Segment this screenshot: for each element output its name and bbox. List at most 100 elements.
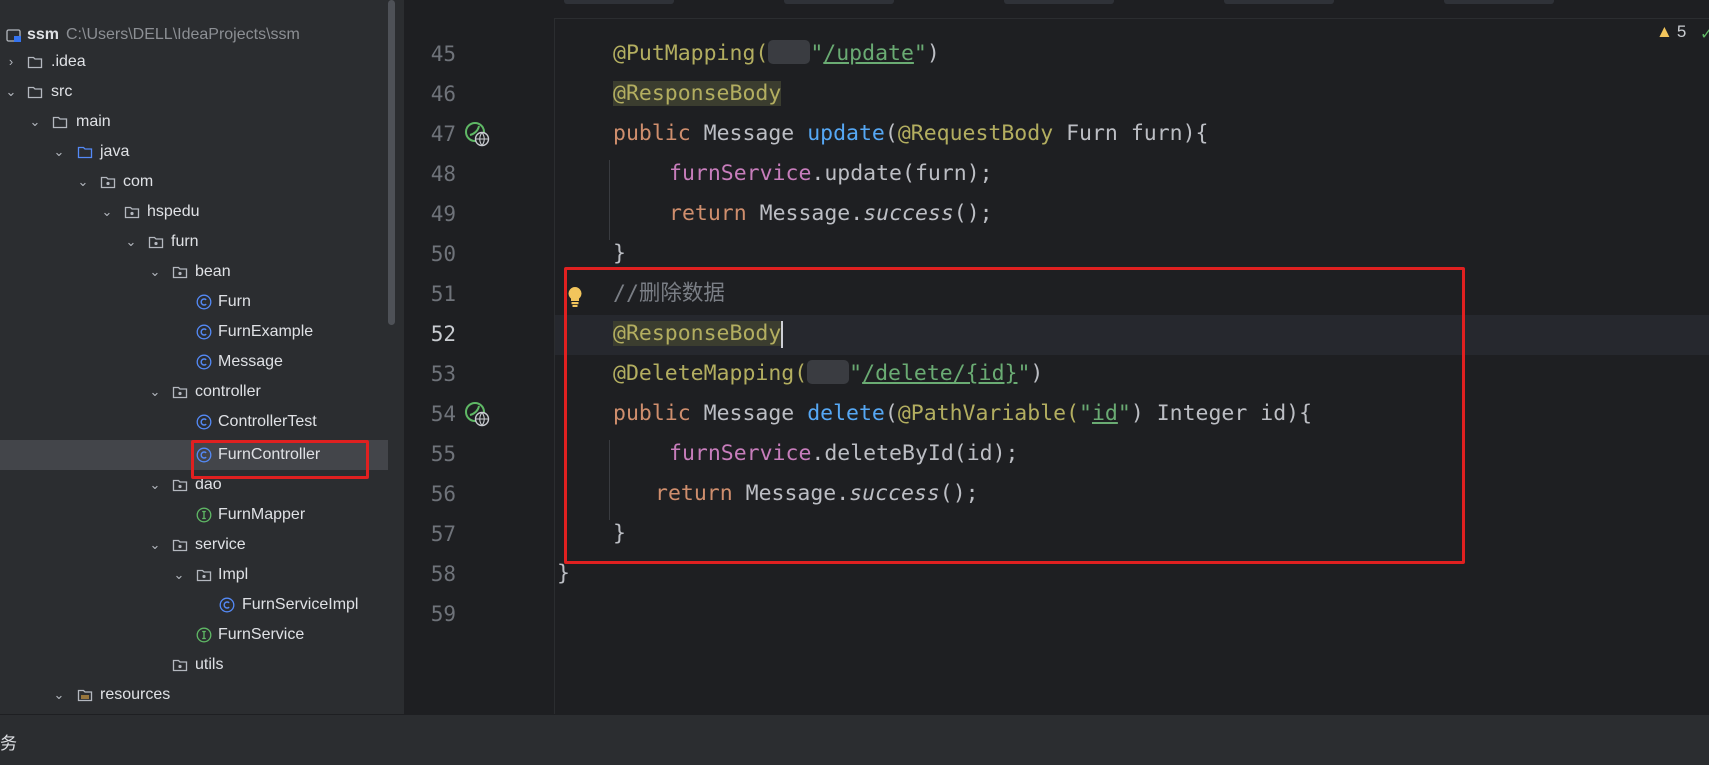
package-icon [100,176,116,189]
chevron-down-icon[interactable]: ⌄ [28,107,42,137]
tree-item-label: .idea [51,53,86,70]
chevron-down-icon[interactable]: ⌄ [148,257,162,287]
tree-item-label: controller [195,383,261,400]
line-number: 45 [430,42,456,66]
class-icon [196,414,212,430]
tree-item-idea[interactable]: › .idea [0,47,380,77]
tree-item-message[interactable]: Message [0,347,380,377]
package-icon [172,539,188,552]
line-number: 49 [430,202,456,226]
tree-item-bean[interactable]: ⌄ bean [0,257,380,287]
check-icon: ✓ [1700,26,1709,43]
class-icon [196,354,212,370]
tree-item-resources[interactable]: ⌄ resources [0,680,380,710]
code-line-47: public Message update(@RequestBody Furn … [613,121,1209,146]
spring-endpoint-icon[interactable] [464,121,490,147]
tree-item-label: java [100,143,130,160]
tree-item-service[interactable]: ⌄ service [0,530,380,560]
tree-item-label: FurnService [218,626,305,643]
module-icon [6,29,21,42]
tree-item-label: main [76,113,111,130]
package-icon [172,659,188,672]
line-number: 46 [430,82,456,106]
tree-item-main[interactable]: ⌄ main [0,107,380,137]
editor-tab[interactable] [1224,0,1334,4]
package-icon [172,479,188,492]
bottom-tool-label[interactable]: 务 [0,729,17,754]
editor-tab[interactable] [1444,0,1554,4]
tree-item-label: src [51,83,73,100]
indent-guide [609,160,610,240]
tree-item-controller[interactable]: ⌄ controller [0,377,380,407]
tree-item-label: FurnMapper [218,506,306,523]
class-icon [196,294,212,310]
project-tool-window: ssm C:\Users\DELL\IdeaProjects\ssm › .id… [0,0,405,714]
tree-item-furnmapper[interactable]: FurnMapper [0,500,380,530]
tree-item-furn-class[interactable]: Furn [0,287,380,317]
line-number: 53 [430,362,456,386]
highlight-box-delete-method [564,267,1465,564]
class-icon [196,324,212,340]
project-root-row[interactable]: ssm C:\Users\DELL\IdeaProjects\ssm [0,20,380,50]
package-icon [172,266,188,279]
chevron-down-icon[interactable]: ⌄ [148,530,162,560]
tree-item-furnexample[interactable]: FurnExample [0,317,380,347]
line-number: 55 [430,442,456,466]
tree-item-label: Message [218,353,283,370]
inspection-widget[interactable]: ▲ 5 [1656,22,1686,42]
tree-item-label: furn [171,233,199,250]
tree-item-controllertest[interactable]: ControllerTest [0,407,380,437]
chevron-down-icon[interactable]: ⌄ [100,197,114,227]
tree-item-furnservice[interactable]: FurnService [0,620,380,650]
line-number: 54 [430,402,456,426]
chevron-down-icon[interactable]: ⌄ [52,137,66,167]
interface-icon [196,627,212,643]
project-scrollbar[interactable] [388,0,395,325]
chevron-down-icon[interactable]: ⌄ [148,377,162,407]
tree-item-impl[interactable]: ⌄ Impl [0,560,380,590]
line-number: 47 [430,122,456,146]
line-number: 51 [430,282,456,306]
line-number: 57 [430,522,456,546]
source-folder-icon [77,146,93,159]
interface-icon [196,507,212,523]
tree-item-hspedu[interactable]: ⌄ hspedu [0,197,380,227]
class-icon [219,597,235,613]
line-number: 59 [430,602,456,626]
tree-item-java[interactable]: ⌄ java [0,137,380,167]
tree-item-label: utils [195,656,224,673]
tree-item-label: FurnExample [218,323,314,340]
chevron-down-icon[interactable]: ⌄ [172,560,186,590]
line-number: 48 [430,162,456,186]
editor-tab[interactable] [1004,0,1114,4]
chevron-down-icon[interactable]: ⌄ [148,470,162,500]
line-number-active: 52 [430,322,456,346]
chevron-down-icon[interactable]: ⌄ [124,227,138,257]
tree-item-utils[interactable]: utils [0,650,380,680]
warning-icon: ▲ [1656,22,1673,41]
tree-item-label: ControllerTest [218,413,317,430]
tree-item-label: hspedu [147,203,200,220]
package-icon [148,236,164,249]
chevron-down-icon[interactable]: ⌄ [52,680,66,710]
chevron-down-icon[interactable]: ⌄ [4,77,18,107]
code-line-49: return Message.success(); [669,201,993,226]
code-line-46: @ResponseBody [613,81,782,106]
chevron-right-icon[interactable]: › [4,47,18,77]
editor-tab[interactable] [564,0,674,4]
tree-item-furn[interactable]: ⌄ furn [0,227,380,257]
folder-icon [27,86,43,99]
package-icon [172,386,188,399]
editor-tab[interactable] [784,0,894,4]
tree-item-furnserviceimpl[interactable]: FurnServiceImpl [0,590,380,620]
folder-icon [27,56,43,69]
tree-item-label: bean [195,263,231,280]
chevron-down-icon[interactable]: ⌄ [76,167,90,197]
package-icon [124,206,140,219]
editor-tab-bar [404,0,1709,19]
tree-item-com[interactable]: ⌄ com [0,167,380,197]
spring-endpoint-icon[interactable] [464,401,490,427]
package-icon [196,569,212,582]
url-inlay-hint[interactable] [768,40,811,64]
tree-item-src[interactable]: ⌄ src [0,77,380,107]
